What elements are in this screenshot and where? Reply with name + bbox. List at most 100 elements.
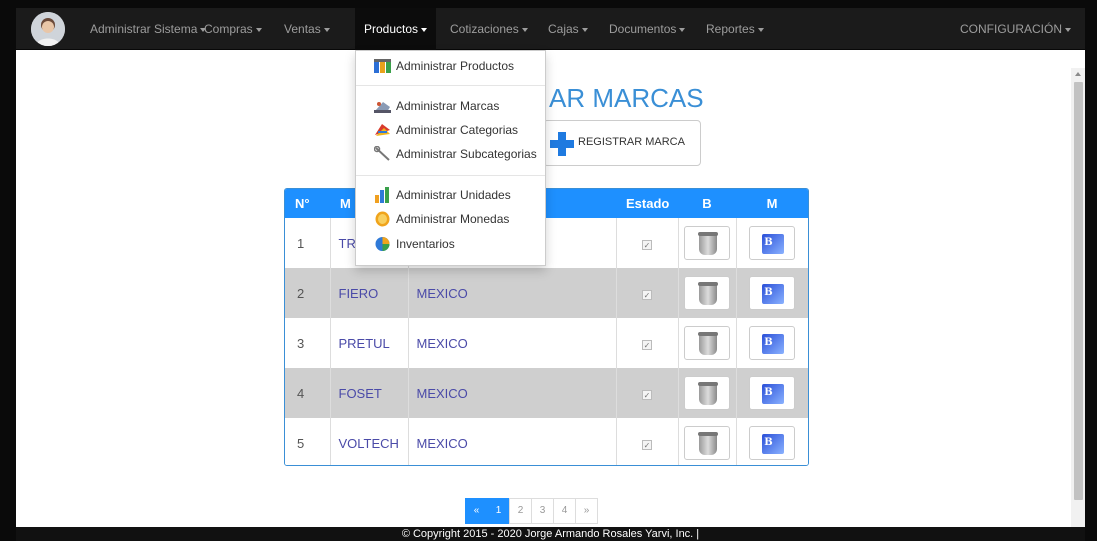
- delete-button[interactable]: [684, 326, 730, 360]
- row-name: VOLTECH: [330, 418, 409, 465]
- pagination-prev[interactable]: «: [465, 498, 488, 524]
- pagination-page-3[interactable]: 3: [531, 498, 554, 524]
- row-name: FOSET: [330, 368, 409, 418]
- menu-divider: [356, 175, 545, 176]
- row-country: MEXICO: [408, 318, 617, 368]
- caret-down-icon: [323, 27, 330, 32]
- edit-icon: B: [762, 334, 785, 354]
- page-title: AR MARCAS: [549, 83, 704, 113]
- menu-divider: [356, 85, 545, 86]
- scroll-up-arrow-icon[interactable]: [1075, 72, 1081, 76]
- menu-item-label: Inventarios: [396, 237, 455, 251]
- pagination: « 1 2 3 4 »: [465, 498, 598, 524]
- nav-configuracion[interactable]: CONFIGURACIÓN: [960, 8, 1071, 50]
- row-name: PRETUL: [330, 318, 409, 368]
- pagination-page-2[interactable]: 2: [509, 498, 532, 524]
- trash-icon: [698, 382, 718, 405]
- nav-cotizaciones[interactable]: Cotizaciones: [450, 8, 528, 50]
- status-checkbox[interactable]: ✓: [642, 239, 652, 250]
- nav-productos[interactable]: Productos: [355, 8, 437, 50]
- menu-item-label: Administrar Categorias: [396, 123, 519, 137]
- caret-down-icon: [421, 27, 428, 32]
- header-estado: Estado: [616, 189, 678, 218]
- status-checkbox[interactable]: ✓: [642, 339, 652, 350]
- modify-button[interactable]: B: [749, 226, 796, 260]
- subcategories-icon: [374, 146, 390, 161]
- row-delete-cell: [678, 368, 737, 418]
- status-checkbox[interactable]: ✓: [642, 439, 652, 450]
- inventory-icon: [375, 237, 390, 251]
- pagination-page-4[interactable]: 4: [553, 498, 576, 524]
- products-icon: [374, 59, 391, 73]
- menu-item-administrar-categorias[interactable]: Administrar Categorias: [356, 119, 545, 141]
- menu-item-label: Administrar Monedas: [396, 212, 510, 226]
- row-estado: ✓: [616, 218, 679, 268]
- menu-item-administrar-marcas[interactable]: Administrar Marcas: [356, 95, 545, 117]
- row-country: MEXICO: [408, 368, 617, 418]
- nav-cajas[interactable]: Cajas: [548, 8, 588, 50]
- trash-icon: [698, 282, 718, 305]
- row-delete-cell: [678, 318, 737, 368]
- modify-button[interactable]: B: [749, 376, 796, 410]
- caret-down-icon: [757, 27, 764, 32]
- coins-icon: [375, 211, 390, 227]
- caret-down-icon: [521, 27, 528, 32]
- row-estado: ✓: [616, 318, 679, 368]
- row-modify-cell: B: [736, 318, 808, 368]
- menu-item-administrar-productos[interactable]: Administrar Productos: [356, 55, 545, 77]
- row-estado: ✓: [616, 268, 679, 318]
- modify-button[interactable]: B: [749, 326, 796, 360]
- caret-down-icon: [679, 27, 686, 32]
- register-brand-label: REGISTRAR MARCA: [578, 136, 685, 148]
- row-number: 5: [285, 418, 331, 465]
- menu-item-administrar-monedas[interactable]: Administrar Monedas: [356, 208, 545, 230]
- nav-documentos[interactable]: Documentos: [609, 8, 686, 50]
- header-number: N°: [285, 189, 330, 218]
- delete-button[interactable]: [684, 276, 730, 310]
- edit-icon: B: [762, 384, 785, 404]
- pagination-next[interactable]: »: [575, 498, 598, 524]
- row-number: 2: [285, 268, 331, 318]
- nav-ventas[interactable]: Ventas: [284, 8, 330, 50]
- row-number: 1: [285, 218, 331, 268]
- menu-item-label: Administrar Subcategorias: [396, 147, 537, 161]
- menu-item-administrar-subcategorias[interactable]: Administrar Subcategorias: [356, 143, 545, 165]
- row-number: 3: [285, 318, 331, 368]
- delete-button[interactable]: [684, 226, 730, 260]
- nav-administrar-sistema[interactable]: Administrar Sistema: [90, 8, 207, 50]
- delete-button[interactable]: [684, 376, 730, 410]
- row-country: MEXICO: [408, 418, 617, 465]
- edit-icon: B: [762, 234, 785, 254]
- edit-icon: B: [762, 434, 785, 454]
- vertical-scrollbar[interactable]: [1071, 68, 1085, 541]
- register-brand-button[interactable]: REGISTRAR MARCA: [543, 120, 701, 166]
- row-modify-cell: B: [736, 268, 808, 318]
- status-checkbox[interactable]: ✓: [642, 289, 652, 300]
- table-row: 2 FIERO MEXICO ✓ B: [285, 268, 808, 318]
- scrollbar-thumb[interactable]: [1074, 82, 1083, 500]
- modify-button[interactable]: B: [749, 426, 796, 460]
- header-m: M: [736, 189, 808, 218]
- nav-reportes[interactable]: Reportes: [706, 8, 764, 50]
- menu-item-label: Administrar Productos: [396, 59, 515, 73]
- user-avatar[interactable]: [31, 12, 65, 46]
- table-row: 4 FOSET MEXICO ✓ B: [285, 368, 808, 418]
- categories-icon: [375, 124, 390, 136]
- status-checkbox[interactable]: ✓: [642, 389, 652, 400]
- menu-item-label: Administrar Unidades: [396, 188, 511, 202]
- modify-button[interactable]: B: [749, 276, 796, 310]
- app-frame: Administrar Sistema Compras Ventas Produ…: [16, 8, 1085, 541]
- footer-copyright: © Copyright 2015 - 2020 Jorge Armando Ro…: [16, 527, 1085, 541]
- caret-down-icon: [255, 27, 262, 32]
- menu-item-inventarios[interactable]: Inventarios: [356, 233, 545, 255]
- trash-icon: [698, 432, 718, 455]
- delete-button[interactable]: [684, 426, 730, 460]
- menu-item-administrar-unidades[interactable]: Administrar Unidades: [356, 184, 545, 206]
- nav-compras[interactable]: Compras: [204, 8, 262, 50]
- menu-item-label: Administrar Marcas: [396, 99, 500, 113]
- pagination-page-1[interactable]: 1: [487, 498, 510, 524]
- trash-icon: [698, 332, 718, 355]
- trash-icon: [698, 232, 718, 255]
- brands-icon: [374, 102, 391, 113]
- row-delete-cell: [678, 418, 737, 465]
